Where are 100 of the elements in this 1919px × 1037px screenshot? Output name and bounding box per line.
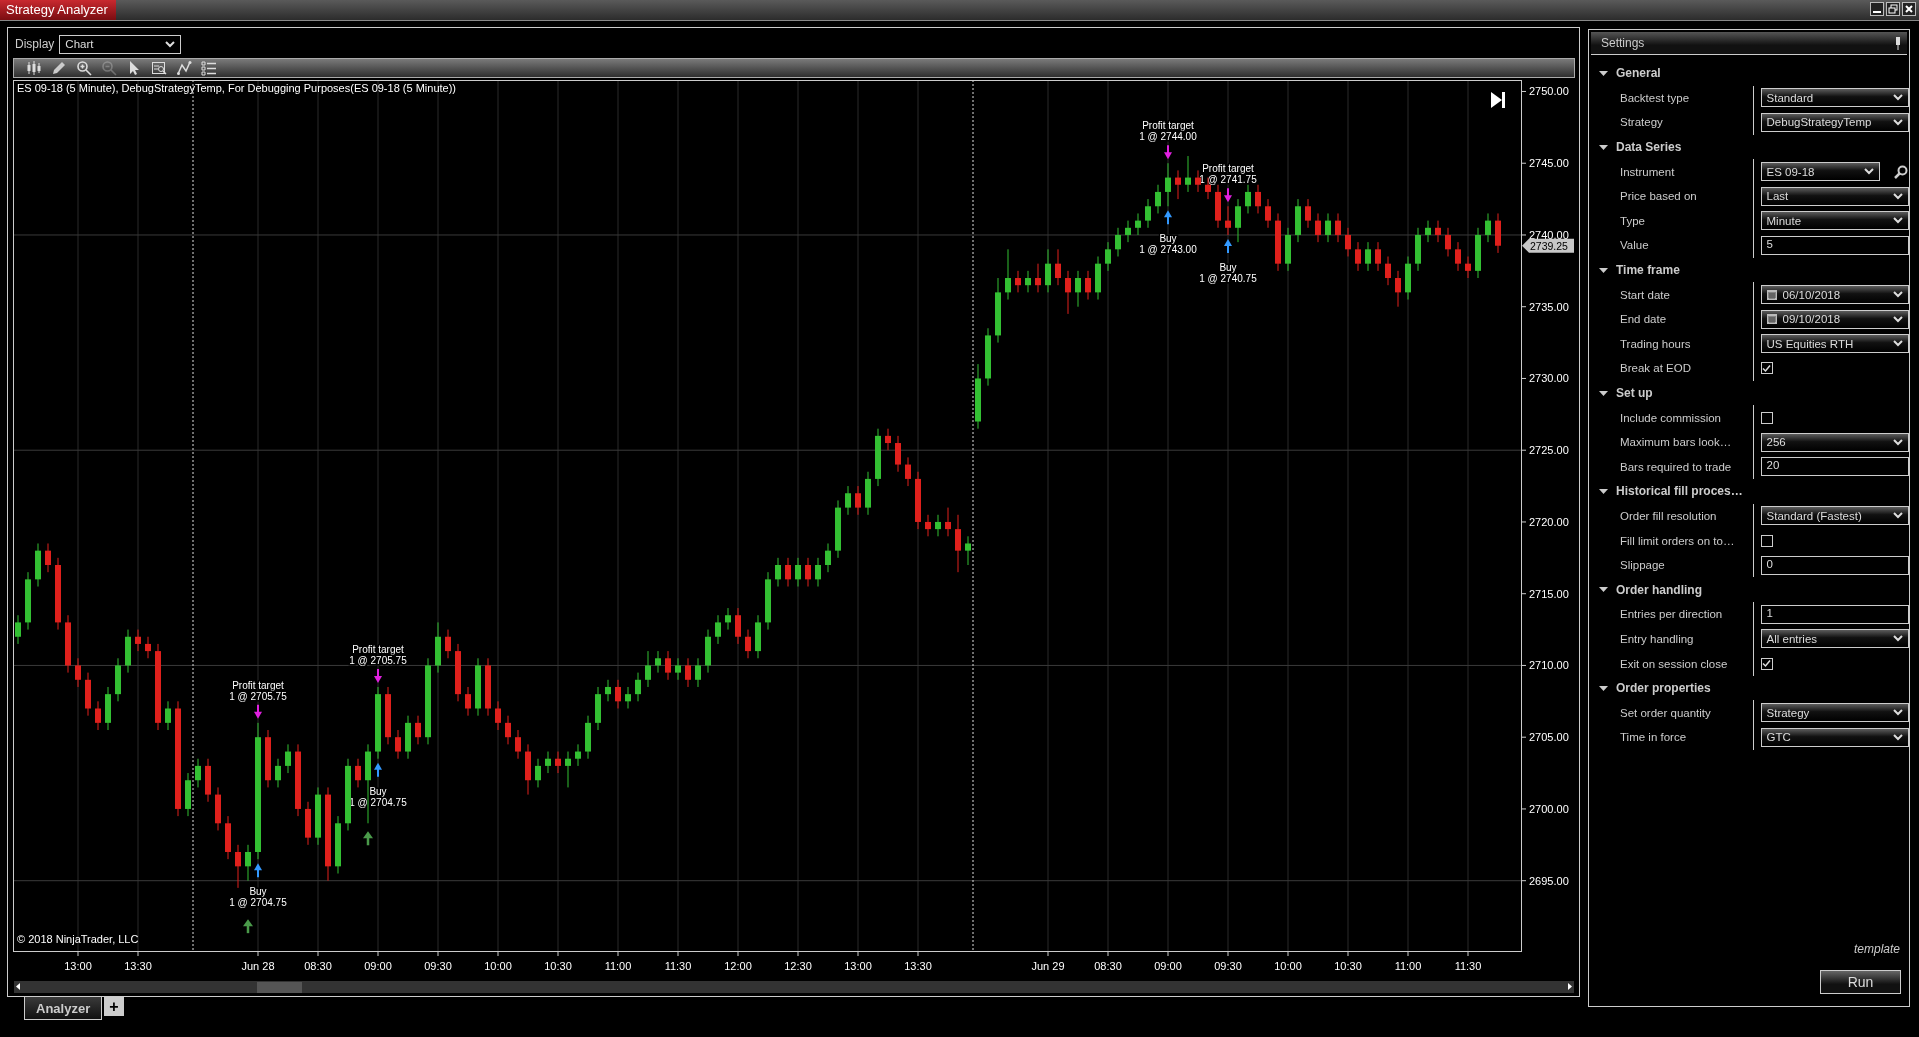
dropdown[interactable]: ES 09-18	[1760, 162, 1880, 182]
candlestick	[925, 514, 931, 537]
candlestick	[185, 772, 191, 817]
candlestick	[675, 657, 681, 681]
candlestick	[805, 557, 811, 587]
trade-label: Profit target 1 @ 2705.75	[349, 643, 407, 666]
time-axis-label: 11:00	[604, 959, 632, 972]
property-label: Entry handling	[1620, 632, 1695, 645]
candlestick	[1255, 184, 1261, 214]
candlestick	[445, 628, 451, 659]
display-dropdown[interactable]: Chart	[59, 34, 182, 54]
template-link[interactable]: template	[1853, 942, 1900, 956]
expander-icon[interactable]	[1599, 265, 1608, 275]
candlestick	[835, 499, 841, 559]
candlestick	[865, 471, 871, 516]
chevron-down-icon	[1893, 340, 1903, 348]
analyzer-tab[interactable]: Analyzer	[24, 997, 103, 1020]
dropdown[interactable]: GTC	[1760, 727, 1909, 747]
dropdown[interactable]: Standard (Fastest)	[1760, 506, 1909, 526]
property-label: Instrument	[1620, 165, 1676, 178]
down-arrow-icon	[374, 667, 382, 683]
candlestick	[1195, 169, 1201, 193]
checkbox[interactable]	[1760, 657, 1773, 670]
expander-icon[interactable]	[1599, 683, 1608, 693]
scrollbar-thumb[interactable]	[257, 981, 302, 993]
candlestick	[1165, 162, 1171, 207]
time-axis-label: 09:00	[1154, 959, 1182, 972]
close-icon[interactable]	[1902, 2, 1916, 16]
candlestick	[1065, 270, 1071, 315]
candlestick	[455, 643, 461, 702]
price-axis-label: 2715.00	[1529, 587, 1569, 600]
skip-to-end-icon[interactable]	[1491, 91, 1505, 108]
scroll-right-icon[interactable]	[1566, 981, 1574, 993]
candlestick	[95, 700, 101, 731]
candlestick-icon	[26, 59, 42, 76]
input-field[interactable]: 1	[1760, 604, 1909, 624]
candlestick	[245, 844, 251, 882]
down-arrow-icon	[254, 703, 262, 719]
search-icon[interactable]	[1893, 164, 1908, 179]
price-tag: 2739.25	[1522, 238, 1574, 253]
candlestick	[685, 657, 691, 688]
candlestick	[525, 743, 531, 795]
input-field[interactable]: 20	[1760, 457, 1909, 477]
candlestick	[625, 686, 631, 709]
down-arrow-icon	[1164, 144, 1172, 160]
calendar-icon	[1766, 314, 1777, 325]
dropdown[interactable]: All entries	[1760, 629, 1909, 649]
expander-icon[interactable]	[1599, 68, 1608, 78]
run-button[interactable]: Run	[1820, 970, 1901, 994]
candlestick	[1475, 227, 1481, 279]
data-box-icon	[151, 59, 167, 76]
checkbox[interactable]	[1760, 362, 1773, 375]
candlestick	[405, 715, 411, 760]
chevron-down-icon	[1893, 192, 1903, 200]
restore-icon[interactable]	[1886, 2, 1900, 16]
add-tab-button[interactable]: +	[104, 997, 124, 1016]
property-label: Set order quantity	[1620, 706, 1712, 719]
candlestick	[465, 686, 471, 716]
candlestick	[775, 557, 781, 587]
candlestick	[1325, 212, 1331, 243]
copyright-text: © 2018 NinjaTrader, LLC	[17, 932, 139, 945]
expander-icon[interactable]	[1599, 585, 1608, 595]
candlestick	[825, 542, 831, 573]
input-field[interactable]: 0	[1760, 555, 1909, 575]
expander-icon[interactable]	[1599, 486, 1608, 496]
candlestick	[1425, 219, 1431, 243]
checkbox[interactable]	[1760, 534, 1773, 547]
date-picker[interactable]: 09/10/2018	[1760, 309, 1909, 329]
pin-icon[interactable]	[1895, 36, 1901, 50]
candlestick	[555, 750, 561, 774]
dropdown[interactable]: US Equities RTH	[1760, 334, 1909, 354]
calendar-icon	[1766, 289, 1777, 300]
candlestick	[45, 542, 51, 573]
expander-icon[interactable]	[1599, 388, 1608, 398]
scroll-left-icon[interactable]	[14, 981, 22, 993]
dropdown[interactable]: Standard	[1760, 88, 1909, 108]
dropdown[interactable]: Strategy	[1760, 703, 1909, 723]
input-field[interactable]: 5	[1760, 235, 1909, 255]
dropdown[interactable]: 256	[1760, 432, 1909, 452]
candlestick	[615, 679, 621, 709]
expander-icon[interactable]	[1599, 142, 1608, 152]
candlestick	[435, 621, 441, 673]
horizontal-scrollbar[interactable]	[14, 980, 1574, 993]
property-label: Break at EOD	[1620, 362, 1692, 375]
dropdown[interactable]: Minute	[1760, 211, 1909, 231]
candlestick	[585, 715, 591, 760]
minimize-icon[interactable]	[1870, 2, 1884, 16]
dropdown[interactable]: Last	[1760, 186, 1909, 206]
candlestick	[1455, 241, 1461, 272]
candlestick	[1135, 212, 1141, 236]
trade-label: Buy 1 @ 2740.75	[1199, 261, 1257, 284]
property-label: Entries per direction	[1620, 608, 1724, 621]
checkbox[interactable]	[1760, 411, 1773, 424]
date-picker[interactable]: 06/10/2018	[1760, 285, 1909, 305]
trade-label: Profit target 1 @ 2744.00	[1139, 120, 1197, 143]
dropdown[interactable]: DebugStrategyTemp	[1760, 113, 1909, 132]
candlestick	[1235, 198, 1241, 243]
candlestick	[875, 428, 881, 487]
chevron-down-icon	[1893, 315, 1903, 323]
time-axis-label: 12:30	[784, 959, 812, 972]
